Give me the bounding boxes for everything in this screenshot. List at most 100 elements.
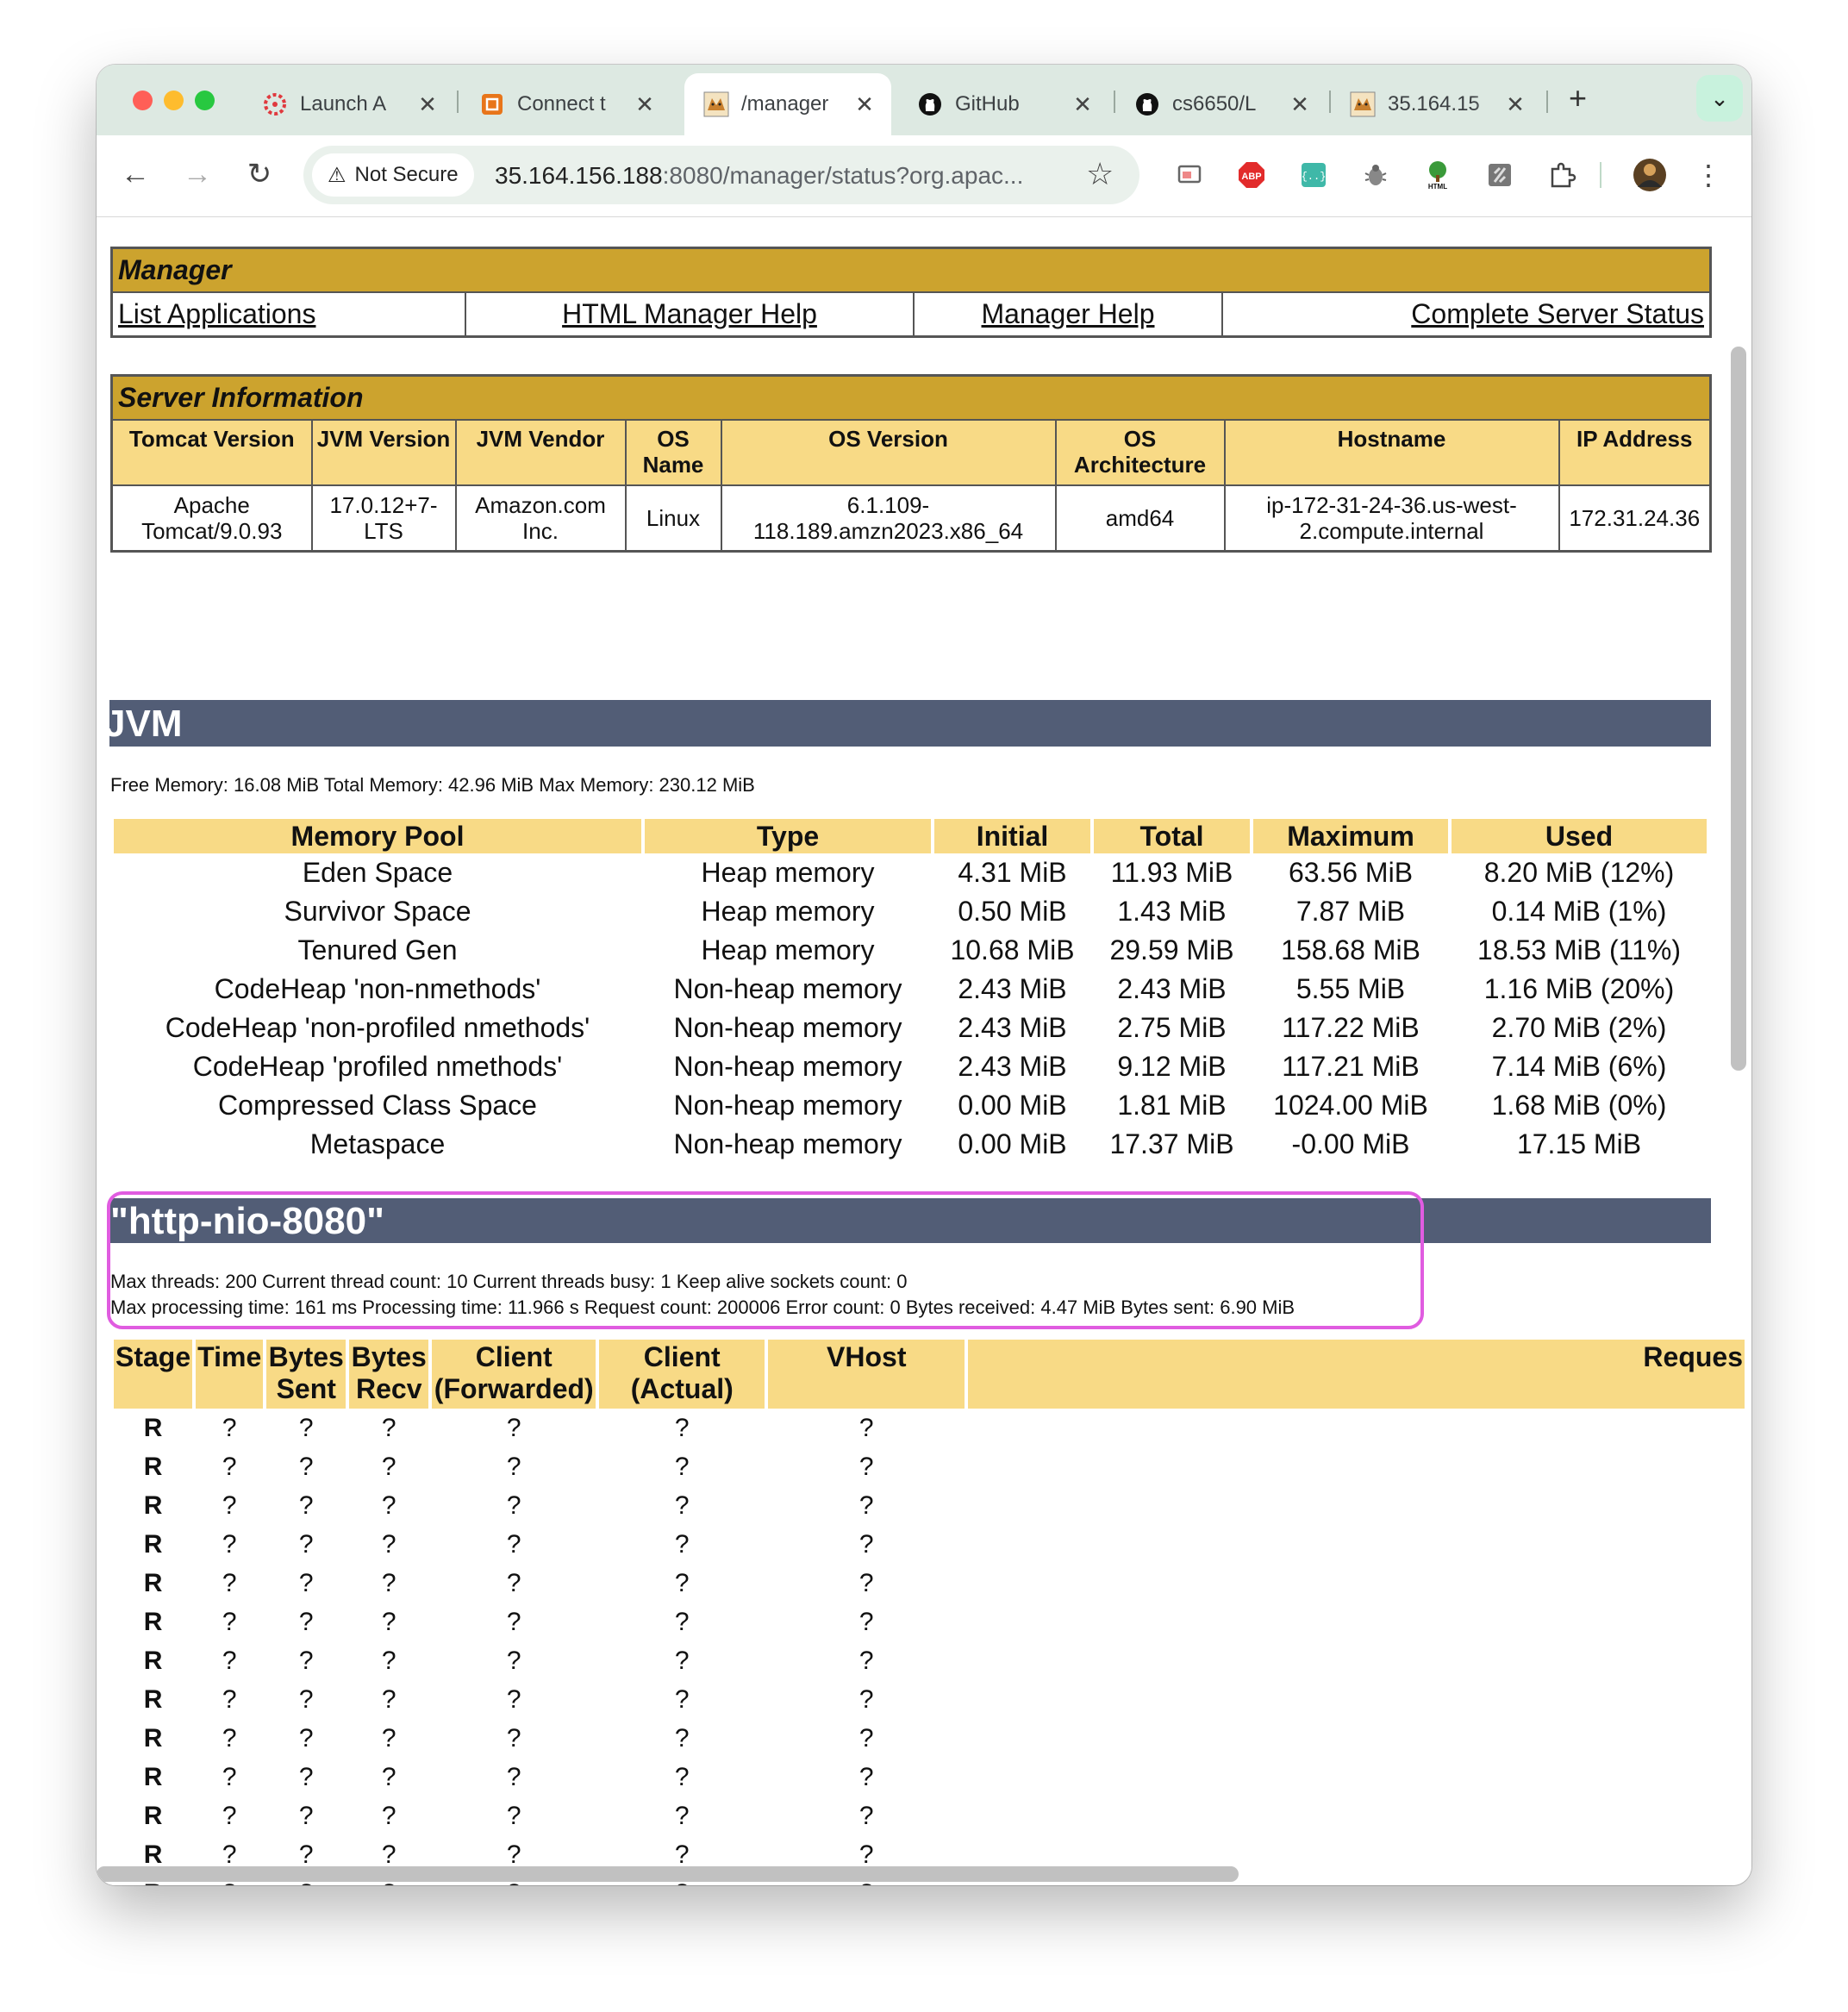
memory-total: 2.43 MiB — [1117, 973, 1227, 1004]
memory-maximum: 117.22 MiB — [1282, 1012, 1420, 1043]
manager-help-link[interactable]: Manager Help — [913, 291, 1223, 338]
adblock-icon[interactable]: ABP — [1234, 158, 1269, 192]
memory-type: Non-heap memory — [673, 973, 902, 1004]
address-bar[interactable]: ⚠ Not Secure 35.164.156.188:8080/manager… — [303, 146, 1139, 204]
value-tomcat-version: Apache Tomcat/9.0.93 — [110, 484, 313, 552]
header-vhost: VHost — [768, 1340, 965, 1409]
header-bytes-recv-line: Bytes — [351, 1341, 427, 1372]
header-jvm-version: JVM Version — [310, 419, 457, 486]
tab-launch[interactable]: Launch A ✕ — [243, 73, 454, 135]
arrow-left-icon: ← — [121, 157, 150, 191]
bookmark-star-icon[interactable]: ☆ — [1086, 156, 1114, 192]
new-tab-button[interactable]: + — [1569, 80, 1587, 116]
list-applications-link[interactable]: List Applications — [110, 291, 466, 338]
header-stage-line: Stage — [116, 1341, 191, 1372]
complete-server-status-link[interactable]: Complete Server Status — [1221, 291, 1712, 338]
close-tab-icon[interactable]: ✕ — [415, 91, 440, 118]
request-bytes-sent: ? — [298, 1607, 314, 1636]
memory-pool-name: CodeHeap 'profiled nmethods' — [192, 1051, 563, 1082]
value-os-version: 6.1.109-118.189.amzn2023.x86_64 — [720, 484, 1057, 552]
memory-pool-name: Compressed Class Space — [218, 1090, 537, 1121]
vertical-scrollbar[interactable] — [1731, 347, 1746, 1071]
tomcat-icon — [703, 91, 729, 117]
github-icon — [917, 91, 943, 117]
request-stage: R — [143, 1568, 163, 1597]
puzzle-icon[interactable] — [1545, 158, 1579, 192]
request-request — [968, 1680, 1745, 1719]
tab-35-164[interactable]: 35.164.15 ✕ — [1331, 73, 1542, 135]
request-time: ? — [222, 1452, 237, 1481]
bug-icon[interactable] — [1358, 158, 1393, 192]
memory-pool-row: CodeHeap 'non-profiled nmethods' Non-heap… — [114, 1009, 1707, 1047]
manager-table: Manager List Applications HTML Manager H… — [110, 247, 1712, 338]
request-client-actual: ? — [674, 1723, 690, 1753]
security-chip[interactable]: ⚠ Not Secure — [312, 153, 474, 197]
forward-button[interactable]: → — [176, 153, 219, 196]
request-vhost: ? — [858, 1413, 874, 1442]
manager-title: Manager — [110, 247, 1712, 293]
header-jvm-vendor: JVM Vendor — [454, 419, 627, 486]
header-client-actual: Client (Actual) — [599, 1340, 765, 1409]
request-client-actual: ? — [674, 1413, 690, 1442]
memory-initial: 0.50 MiB — [958, 896, 1067, 927]
request-bytes-recv: ? — [381, 1646, 396, 1675]
request-row: R?????? — [114, 1486, 1745, 1525]
header-stage: Stage — [114, 1340, 193, 1409]
more-menu-icon[interactable]: ⋮ — [1691, 158, 1726, 192]
request-stage: R — [143, 1529, 163, 1559]
header-client-forwarded-line: Client — [475, 1341, 553, 1372]
request-row: R?????? — [114, 1719, 1745, 1758]
github-icon — [1134, 91, 1160, 117]
json-icon[interactable]: {..} — [1296, 158, 1331, 192]
avatar[interactable] — [1633, 158, 1667, 192]
close-tab-icon[interactable]: ✕ — [852, 91, 877, 118]
tab-cs6650[interactable]: cs6650/L ✕ — [1115, 73, 1327, 135]
memory-used: 8.20 MiB (12%) — [1483, 857, 1675, 888]
zotero-icon[interactable] — [1483, 158, 1517, 192]
close-tab-icon[interactable]: ✕ — [1070, 91, 1096, 118]
request-stage: R — [143, 1684, 163, 1714]
request-request — [968, 1525, 1745, 1564]
back-button[interactable]: ← — [114, 153, 157, 196]
reload-button[interactable]: ↻ — [238, 153, 281, 196]
memory-pool-name: CodeHeap 'non-profiled nmethods' — [165, 1012, 590, 1043]
request-bytes-sent: ? — [298, 1452, 314, 1481]
tab-title: Connect t — [517, 92, 606, 116]
html-manager-help-link[interactable]: HTML Manager Help — [465, 291, 915, 338]
request-bytes-sent: ? — [298, 1490, 314, 1520]
close-window-button[interactable] — [133, 91, 153, 110]
value-os-architecture: amd64 — [1054, 484, 1226, 552]
request-client-forwarded: ? — [506, 1762, 521, 1791]
server-info-title: Server Information — [110, 374, 1712, 421]
memory-pool-name: CodeHeap 'non-nmethods' — [214, 973, 541, 1004]
cast-icon[interactable] — [1172, 158, 1207, 192]
request-vhost: ? — [858, 1646, 874, 1675]
header-memory-pool: Memory Pool — [114, 819, 641, 853]
request-request — [968, 1409, 1745, 1447]
close-tab-icon[interactable]: ✕ — [1502, 91, 1528, 118]
tab-title: Launch A — [300, 92, 387, 116]
memory-pool-row: CodeHeap 'profiled nmethods' Non-heap mem… — [114, 1047, 1707, 1086]
tab-connect[interactable]: Connect t ✕ — [460, 73, 671, 135]
request-bytes-recv: ? — [381, 1607, 396, 1636]
tab-github[interactable]: GitHub ✕ — [898, 73, 1109, 135]
zoom-window-button[interactable] — [195, 91, 215, 110]
tab-search-button[interactable]: ⌄ — [1696, 75, 1743, 122]
request-bytes-recv: ? — [381, 1568, 396, 1597]
request-row: R?????? — [114, 1564, 1745, 1603]
memory-type: Heap memory — [701, 857, 875, 888]
minimize-window-button[interactable] — [164, 91, 184, 110]
url-text[interactable]: 35.164.156.188:8080/manager/status?org.a… — [495, 162, 1023, 190]
tab-manager[interactable]: /manager ✕ — [684, 73, 891, 135]
memory-type: Non-heap memory — [673, 1051, 902, 1082]
memory-pool-row: CodeHeap 'non-nmethods' Non-heap memory 2.… — [114, 970, 1707, 1009]
horizontal-scrollbar[interactable] — [97, 1866, 1239, 1882]
close-tab-icon[interactable]: ✕ — [1287, 91, 1313, 118]
header-hostname: Hostname — [1223, 419, 1560, 486]
html-tree-icon[interactable]: HTML — [1420, 158, 1455, 192]
memory-maximum: 5.55 MiB — [1295, 973, 1406, 1004]
header-ip-address: IP Address — [1558, 419, 1712, 486]
request-client-actual: ? — [674, 1607, 690, 1636]
header-request-line: Reques — [1643, 1341, 1743, 1372]
close-tab-icon[interactable]: ✕ — [632, 91, 658, 118]
